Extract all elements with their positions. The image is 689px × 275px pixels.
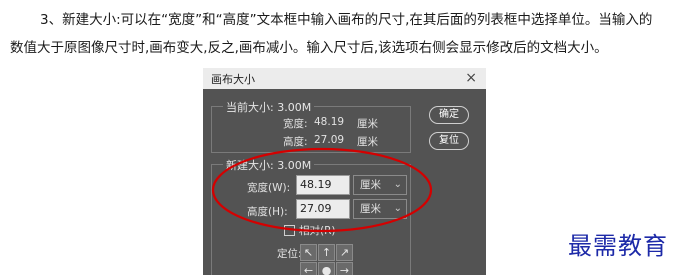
current-width-label: 宽度: [283, 118, 308, 130]
paragraph-line-1: 3、新建大小:可以在“宽度”和“高度”文本框中输入画布的尺寸,在其后面的列表框中… [40, 12, 653, 28]
arrow-up-right-icon[interactable]: ↗ [336, 244, 353, 261]
height-unit-select[interactable]: 厘米 ⌄ [353, 199, 407, 219]
chevron-down-icon: ⌄ [393, 203, 402, 214]
canvas-size-dialog: 画布大小 × 当前大小: 3.00M 宽度: 48.19 厘米 高度: 27.0… [203, 68, 486, 275]
height-input[interactable]: 27.09 [296, 199, 350, 219]
new-size-legend: 新建大小: 3.00M [223, 157, 315, 173]
anchor-label: 定位: [277, 248, 302, 260]
arrow-right-icon[interactable]: → [336, 262, 353, 275]
close-icon[interactable]: × [465, 69, 477, 87]
reset-button[interactable]: 复位 [429, 132, 469, 150]
current-height-label: 高度: [283, 136, 308, 148]
watermark-logo: 最需教育 [568, 232, 668, 260]
current-width-unit: 厘米 [357, 118, 378, 130]
new-height-label: 高度(H): [247, 206, 288, 218]
paragraph-line-2: 数值大于原图像尺寸时,画布变大,反之,画布减小。输入尺寸后,该选项右侧会显示修改… [10, 40, 608, 56]
width-unit-value: 厘米 [360, 179, 381, 191]
center-dot-icon[interactable]: ● [318, 262, 335, 275]
chevron-down-icon: ⌄ [393, 179, 402, 190]
dialog-title: 画布大小 [211, 73, 255, 86]
instruction-paragraph: 3、新建大小:可以在“宽度”和“高度”文本框中输入画布的尺寸,在其后面的列表框中… [10, 6, 682, 62]
width-unit-select[interactable]: 厘米 ⌄ [353, 175, 407, 195]
arrow-left-icon[interactable]: ← [300, 262, 317, 275]
height-unit-value: 厘米 [360, 203, 381, 215]
arrow-up-left-icon[interactable]: ↖ [300, 244, 317, 261]
arrow-up-icon[interactable]: ↑ [318, 244, 335, 261]
current-width-value: 48.19 [314, 116, 345, 128]
dialog-titlebar: 画布大小 × [203, 68, 486, 89]
width-input[interactable]: 48.19 [296, 175, 350, 195]
new-width-label: 宽度(W): [247, 182, 291, 194]
relative-checkbox[interactable] [284, 225, 295, 236]
current-height-value: 27.09 [314, 134, 345, 146]
current-size-legend: 当前大小: 3.00M [223, 99, 315, 115]
ok-button[interactable]: 确定 [429, 106, 469, 124]
current-height-unit: 厘米 [357, 136, 378, 148]
relative-label: 相对(R) [299, 225, 336, 237]
